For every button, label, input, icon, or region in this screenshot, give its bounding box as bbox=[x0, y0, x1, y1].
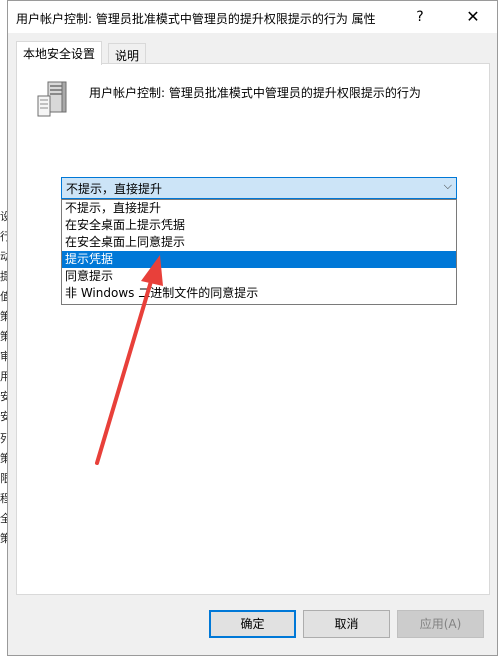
close-button[interactable]: ✕ bbox=[453, 5, 493, 29]
properties-dialog: 用户帐户控制: 管理员批准模式中管理员的提升权限提示的行为 属性 ? ✕ 本地安… bbox=[7, 0, 498, 656]
dropdown-option[interactable]: 同意提示 bbox=[62, 268, 456, 285]
ok-button[interactable]: 确定 bbox=[209, 610, 296, 638]
combobox-value: 不提示，直接提升 bbox=[66, 182, 163, 196]
dropdown-option[interactable]: 在安全桌面上提示凭据 bbox=[62, 217, 456, 234]
apply-button: 应用(A) bbox=[397, 610, 484, 638]
setting-combobox[interactable]: 不提示，直接提升 ⌵ bbox=[61, 177, 457, 199]
setting-dropdown-list: 不提示，直接提升 在安全桌面上提示凭据 在安全桌面上同意提示 提示凭据 同意提示… bbox=[61, 199, 457, 305]
tab-panel: 用户帐户控制: 管理员批准模式中管理员的提升权限提示的行为 不提示，直接提升 ⌵… bbox=[16, 63, 490, 595]
dropdown-option[interactable]: 不提示，直接提升 bbox=[62, 200, 456, 217]
dialog-title: 用户帐户控制: 管理员批准模式中管理员的提升权限提示的行为 属性 bbox=[16, 12, 376, 26]
dropdown-option-selected[interactable]: 提示凭据 bbox=[62, 251, 456, 268]
server-icon bbox=[37, 81, 67, 117]
dropdown-option[interactable]: 在安全桌面上同意提示 bbox=[62, 234, 456, 251]
help-button[interactable]: ? bbox=[405, 5, 435, 29]
tab-local-security-setting[interactable]: 本地安全设置 bbox=[16, 41, 103, 65]
tab-explain[interactable]: 说明 bbox=[108, 43, 147, 65]
chevron-down-icon[interactable]: ⌵ bbox=[444, 179, 452, 193]
cancel-button[interactable]: 取消 bbox=[303, 610, 390, 638]
dropdown-option[interactable]: 非 Windows 二进制文件的同意提示 bbox=[62, 285, 456, 302]
title-bar[interactable]: 用户帐户控制: 管理员批准模式中管理员的提升权限提示的行为 属性 ? ✕ bbox=[8, 1, 497, 33]
policy-title: 用户帐户控制: 管理员批准模式中管理员的提升权限提示的行为 bbox=[89, 86, 421, 100]
